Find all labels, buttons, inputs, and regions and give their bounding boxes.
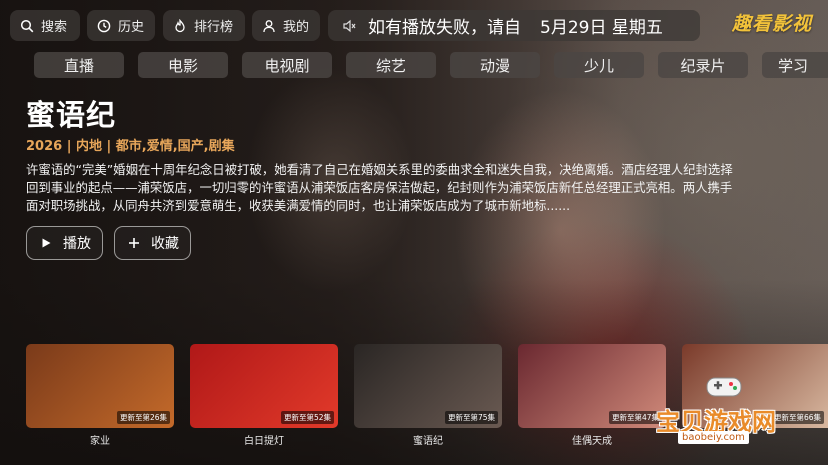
tab-kids[interactable]: 少儿 bbox=[554, 52, 644, 78]
featured-meta: 2026 | 内地 | 都市,爱情,国产,剧集 bbox=[26, 139, 235, 154]
category-tabs: 直播 电影 电视剧 综艺 动漫 少儿 纪录片 学习 bbox=[34, 52, 828, 78]
poster-card[interactable]: 更新至第26集 bbox=[26, 344, 174, 428]
history-label: 历史 bbox=[118, 20, 145, 35]
tab-anime[interactable]: 动漫 bbox=[450, 52, 540, 78]
episode-badge: 更新至第52集 bbox=[280, 411, 334, 424]
play-label: 播放 bbox=[63, 236, 91, 252]
featured-title: 蜜语纪 bbox=[26, 98, 117, 132]
notice-bar: 如有播放失败，请自 5月29日 星期五 bbox=[328, 10, 700, 41]
gamepad-icon bbox=[704, 370, 744, 400]
speaker-icon bbox=[342, 19, 356, 33]
user-icon bbox=[262, 19, 276, 33]
flame-icon bbox=[173, 18, 187, 33]
mine-button[interactable]: 我的 bbox=[252, 10, 320, 41]
watermark: 宝贝游戏网 baobeiy.com bbox=[652, 377, 828, 448]
plus-icon bbox=[127, 236, 141, 250]
poster-title: 蜜语纪 bbox=[413, 436, 443, 447]
mine-label: 我的 bbox=[283, 20, 310, 35]
play-icon bbox=[39, 236, 53, 250]
ranking-button[interactable]: 排行榜 bbox=[163, 10, 245, 41]
date-text: 5月29日 星期五 bbox=[540, 18, 663, 38]
poster-title: 家业 bbox=[90, 436, 110, 447]
tab-documentary[interactable]: 纪录片 bbox=[658, 52, 748, 78]
notice-text: 如有播放失败，请自 bbox=[368, 18, 521, 38]
poster-title: 白日提灯 bbox=[244, 436, 284, 447]
tab-live[interactable]: 直播 bbox=[34, 52, 124, 78]
poster-title: 佳偶天成 bbox=[572, 436, 612, 447]
ranking-label: 排行榜 bbox=[194, 20, 234, 35]
episode-badge: 更新至第26集 bbox=[116, 411, 170, 424]
poster-card[interactable]: 更新至第47集 bbox=[518, 344, 666, 428]
search-label: 搜索 bbox=[41, 20, 68, 35]
app-logo: 趣看影视 bbox=[732, 13, 813, 35]
episode-badge: 更新至第75集 bbox=[444, 411, 498, 424]
play-button[interactable]: 播放 bbox=[26, 226, 103, 260]
tab-tv-series[interactable]: 电视剧 bbox=[242, 52, 332, 78]
collect-button[interactable]: 收藏 bbox=[114, 226, 191, 260]
poster-card[interactable]: 更新至第75集 bbox=[354, 344, 502, 428]
clock-icon bbox=[97, 19, 111, 33]
search-button[interactable]: 搜索 bbox=[10, 10, 80, 41]
tab-movie[interactable]: 电影 bbox=[138, 52, 228, 78]
search-icon bbox=[20, 19, 34, 33]
history-button[interactable]: 历史 bbox=[87, 10, 155, 41]
collect-label: 收藏 bbox=[151, 236, 179, 252]
tab-learning[interactable]: 学习 bbox=[762, 52, 828, 78]
poster-card[interactable]: 更新至第52集 bbox=[190, 344, 338, 428]
featured-description: 许蜜语的“完美”婚姻在十周年纪念日被打破，她看清了自己在婚姻关系里的委曲求全和迷… bbox=[26, 162, 733, 213]
tab-variety[interactable]: 综艺 bbox=[346, 52, 436, 78]
watermark-url: baobeiy.com bbox=[678, 431, 749, 444]
